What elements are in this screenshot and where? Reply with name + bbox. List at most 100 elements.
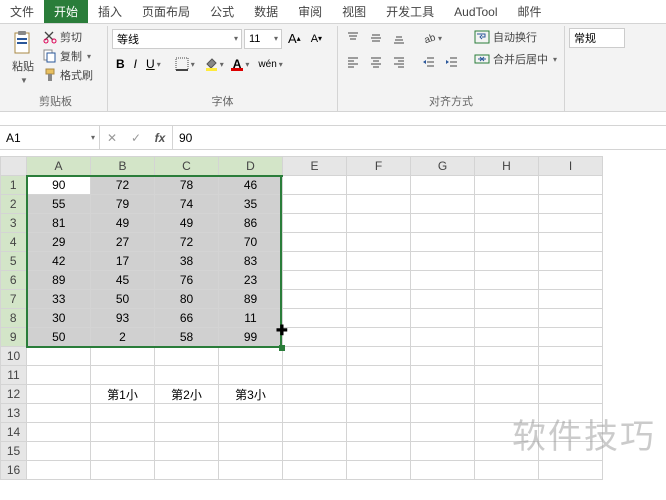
- copy-button[interactable]: 复制▾: [40, 47, 96, 65]
- cell[interactable]: [411, 347, 475, 366]
- decrease-font-button[interactable]: A▾: [307, 30, 326, 48]
- cell[interactable]: [475, 328, 539, 347]
- cell[interactable]: 70: [219, 233, 283, 252]
- cell[interactable]: [219, 366, 283, 385]
- cell[interactable]: 80: [155, 290, 219, 309]
- cell[interactable]: [539, 309, 603, 328]
- cell[interactable]: 第2小: [155, 385, 219, 404]
- cell[interactable]: [539, 195, 603, 214]
- cell[interactable]: [475, 366, 539, 385]
- cell[interactable]: [91, 347, 155, 366]
- cell[interactable]: [219, 461, 283, 480]
- cell[interactable]: [283, 214, 347, 233]
- cell[interactable]: [475, 195, 539, 214]
- cell[interactable]: [283, 252, 347, 271]
- orientation-button[interactable]: ab▾: [418, 28, 446, 48]
- cell[interactable]: 29: [27, 233, 91, 252]
- border-button[interactable]: ▾: [171, 54, 199, 74]
- cell[interactable]: 72: [91, 176, 155, 195]
- cell[interactable]: [347, 252, 411, 271]
- cell[interactable]: [283, 366, 347, 385]
- decrease-indent-button[interactable]: [418, 52, 440, 72]
- cell[interactable]: [539, 385, 603, 404]
- cell[interactable]: [219, 347, 283, 366]
- row-header[interactable]: 1: [1, 176, 27, 195]
- cell[interactable]: [475, 461, 539, 480]
- cell[interactable]: [539, 366, 603, 385]
- column-header[interactable]: I: [539, 157, 603, 176]
- cell[interactable]: 89: [219, 290, 283, 309]
- cell[interactable]: 45: [91, 271, 155, 290]
- cell[interactable]: [539, 290, 603, 309]
- cell[interactable]: [411, 252, 475, 271]
- cell[interactable]: [27, 385, 91, 404]
- cell[interactable]: [539, 252, 603, 271]
- cell[interactable]: [347, 328, 411, 347]
- cell[interactable]: [91, 366, 155, 385]
- number-format-select[interactable]: 常规: [569, 28, 625, 48]
- column-header[interactable]: F: [347, 157, 411, 176]
- row-header[interactable]: 2: [1, 195, 27, 214]
- cell[interactable]: [411, 214, 475, 233]
- cell[interactable]: [475, 385, 539, 404]
- cell[interactable]: [347, 366, 411, 385]
- cell[interactable]: [411, 366, 475, 385]
- cell[interactable]: [475, 404, 539, 423]
- cell[interactable]: [283, 347, 347, 366]
- worksheet[interactable]: ABCDEFGHI1907278462557974353814949864292…: [0, 156, 666, 480]
- cell[interactable]: 17: [91, 252, 155, 271]
- column-header[interactable]: A: [27, 157, 91, 176]
- align-left-button[interactable]: [342, 52, 364, 72]
- cell[interactable]: [411, 195, 475, 214]
- row-header[interactable]: 10: [1, 347, 27, 366]
- row-header[interactable]: 13: [1, 404, 27, 423]
- cell[interactable]: [283, 233, 347, 252]
- column-header[interactable]: E: [283, 157, 347, 176]
- cell[interactable]: [27, 347, 91, 366]
- font-size-select[interactable]: 11▾: [244, 29, 282, 49]
- cell[interactable]: 90: [27, 176, 91, 195]
- cell[interactable]: [283, 176, 347, 195]
- tab-页面布局[interactable]: 页面布局: [132, 0, 200, 23]
- paste-button[interactable]: 粘贴 ▼: [8, 28, 38, 87]
- cell[interactable]: [539, 347, 603, 366]
- cell[interactable]: 72: [155, 233, 219, 252]
- cell[interactable]: [347, 290, 411, 309]
- cell[interactable]: [347, 214, 411, 233]
- cell[interactable]: 76: [155, 271, 219, 290]
- cell[interactable]: [539, 404, 603, 423]
- cell[interactable]: [27, 404, 91, 423]
- tab-文件[interactable]: 文件: [0, 0, 44, 23]
- cell[interactable]: [219, 404, 283, 423]
- align-middle-button[interactable]: [365, 28, 387, 48]
- cell[interactable]: [283, 309, 347, 328]
- name-box[interactable]: A1 ▾: [0, 126, 100, 149]
- cell[interactable]: 79: [91, 195, 155, 214]
- cell[interactable]: [155, 442, 219, 461]
- underline-button[interactable]: U▾: [142, 54, 165, 74]
- cell[interactable]: 49: [155, 214, 219, 233]
- cell[interactable]: 42: [27, 252, 91, 271]
- row-header[interactable]: 7: [1, 290, 27, 309]
- cell[interactable]: [219, 423, 283, 442]
- cell[interactable]: [539, 328, 603, 347]
- cell[interactable]: [475, 347, 539, 366]
- cell[interactable]: 2: [91, 328, 155, 347]
- cell[interactable]: 第1小: [91, 385, 155, 404]
- cell[interactable]: 55: [27, 195, 91, 214]
- bold-button[interactable]: B: [112, 54, 129, 74]
- cell[interactable]: 58: [155, 328, 219, 347]
- cell[interactable]: [283, 461, 347, 480]
- cell[interactable]: [411, 290, 475, 309]
- row-header[interactable]: 4: [1, 233, 27, 252]
- cell[interactable]: [475, 271, 539, 290]
- cell[interactable]: [283, 404, 347, 423]
- align-center-button[interactable]: [365, 52, 387, 72]
- cell[interactable]: [27, 423, 91, 442]
- font-name-select[interactable]: 等线▾: [112, 29, 242, 49]
- row-header[interactable]: 12: [1, 385, 27, 404]
- cell[interactable]: [347, 233, 411, 252]
- cell[interactable]: [155, 404, 219, 423]
- row-header[interactable]: 3: [1, 214, 27, 233]
- font-color-button[interactable]: A▾: [229, 53, 254, 75]
